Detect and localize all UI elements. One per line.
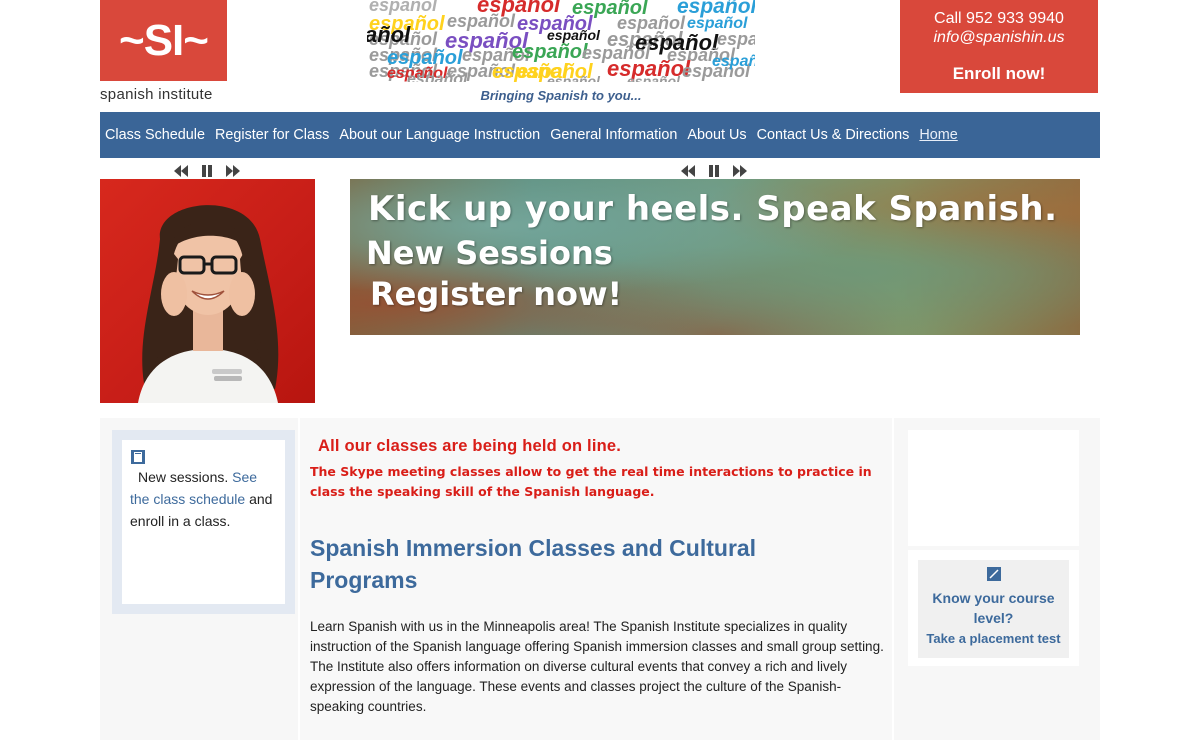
portrait-slide-image (100, 179, 315, 403)
sidebar-blank-panel (908, 430, 1079, 546)
right-sidebar: Know your course level? Take a placement… (908, 430, 1079, 666)
main-navigation: Class Schedule Register for Class About … (100, 112, 1100, 158)
collage-word: español (407, 71, 468, 83)
pause-icon[interactable] (705, 164, 723, 178)
book-icon (131, 448, 145, 464)
espanol-word-collage: español español español español español españ… (367, 0, 755, 82)
logo-mark: ~SI~ (100, 0, 227, 81)
collage-word: español (547, 73, 600, 82)
pencil-icon (986, 567, 1001, 581)
nav-contact-directions[interactable]: Contact Us & Directions (757, 127, 910, 143)
placement-test-title: Know your course level? (932, 590, 1055, 626)
collage-word: español (369, 0, 438, 15)
fast-forward-icon[interactable] (224, 164, 242, 178)
placement-test-link[interactable]: Take a placement test (926, 631, 1060, 646)
intro-paragraph: Learn Spanish with us in the Minneapolis… (310, 619, 884, 714)
portrait-slider-controls (172, 164, 242, 178)
placement-test-box: Know your course level? Take a placement… (908, 550, 1079, 666)
page: ~SI~ spanish institute español español esp… (0, 0, 1200, 740)
rewind-icon[interactable] (172, 164, 190, 178)
placement-test-card: Know your course level? Take a placement… (918, 560, 1069, 658)
promo-banner-slide[interactable]: Kick up your heels. Speak Spanish. New S… (350, 179, 1080, 335)
main-content: All our classes are being held on line. … (298, 418, 894, 740)
collage-word: español (512, 41, 588, 63)
site-logo[interactable]: ~SI~ spanish institute (100, 0, 227, 103)
news-card: New sessions. See the class schedule and… (122, 440, 285, 604)
banner-headline: Kick up your heels. Speak Spanish. (368, 189, 1058, 229)
logo-name: spanish institute (100, 86, 213, 103)
contact-box: Call 952 933 9940 info@spanishin.us Enro… (900, 0, 1098, 93)
smiling-woman-photo (138, 205, 279, 403)
collage-word: español (627, 73, 680, 82)
collage-word: español (547, 27, 600, 43)
email-address[interactable]: info@spanishin.us (900, 29, 1098, 47)
news-text: New sessions. (138, 469, 229, 485)
rewind-icon[interactable] (679, 164, 697, 178)
tagline: Bringing Spanish to you... (480, 88, 642, 103)
online-classes-alert-text: The Skype meeting classes allow to get t… (310, 464, 872, 499)
nav-class-schedule[interactable]: Class Schedule (105, 127, 205, 143)
enroll-now-button[interactable]: Enroll now! (953, 64, 1046, 84)
nav-about-language-instruction[interactable]: About our Language Instruction (339, 127, 540, 143)
nav-general-information[interactable]: General Information (550, 127, 677, 143)
online-classes-alert-title: All our classes are being held on line. (318, 437, 622, 455)
nav-home[interactable]: Home (919, 127, 957, 143)
fast-forward-icon[interactable] (731, 164, 749, 178)
banner-subline: New Sessions (366, 234, 613, 272)
nav-register-for-class[interactable]: Register for Class (215, 127, 329, 143)
nav-about-us[interactable]: About Us (687, 127, 746, 143)
news-sidebar: New sessions. See the class schedule and… (112, 430, 295, 614)
banner-slider-controls (679, 164, 749, 178)
pause-icon[interactable] (198, 164, 216, 178)
page-heading: Spanish Immersion Classes and Cultural P… (310, 535, 757, 593)
phone-number[interactable]: Call 952 933 9940 (900, 10, 1098, 28)
banner-cta: Register now! (370, 275, 623, 313)
content-area: New sessions. See the class schedule and… (100, 418, 1100, 740)
collage-word: añol (367, 22, 411, 47)
collage-word: español (712, 53, 755, 70)
